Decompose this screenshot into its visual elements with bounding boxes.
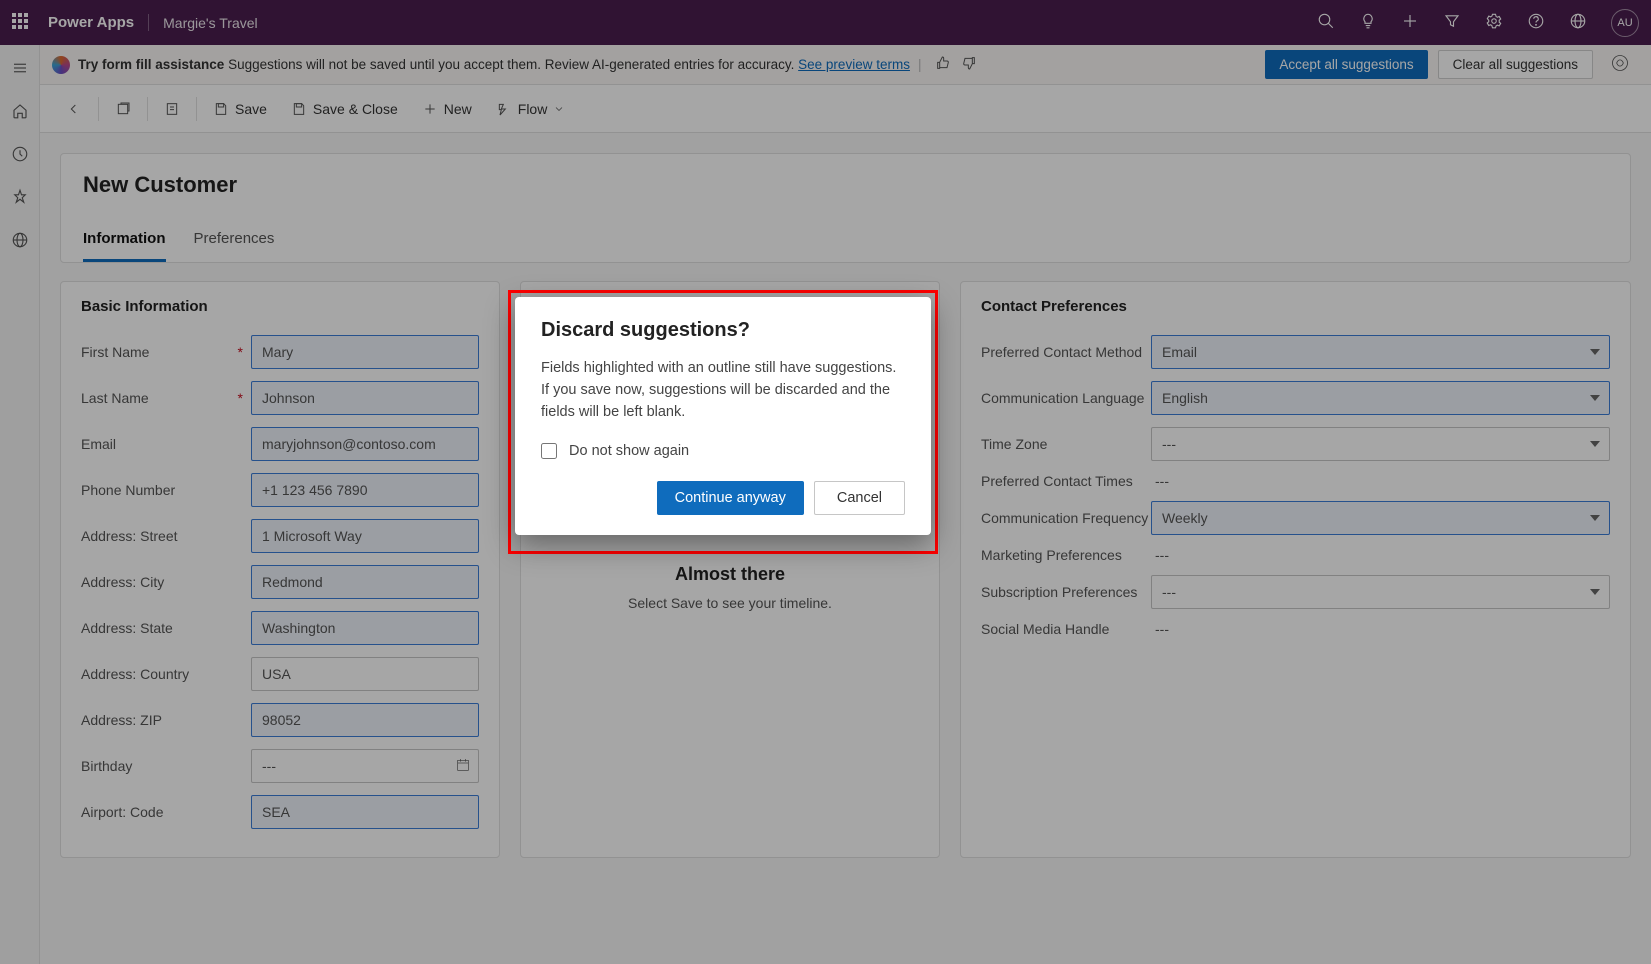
do-not-show-checkbox[interactable]: Do not show again xyxy=(541,443,905,459)
dialog-title: Discard suggestions? xyxy=(541,319,905,342)
discard-suggestions-dialog: Discard suggestions? Fields highlighted … xyxy=(515,297,931,535)
continue-anyway-button[interactable]: Continue anyway xyxy=(657,481,804,515)
dialog-body: Fields highlighted with an outline still… xyxy=(541,358,905,423)
checkbox-label: Do not show again xyxy=(569,443,689,459)
checkbox-input[interactable] xyxy=(541,443,557,459)
cancel-button[interactable]: Cancel xyxy=(814,481,905,515)
